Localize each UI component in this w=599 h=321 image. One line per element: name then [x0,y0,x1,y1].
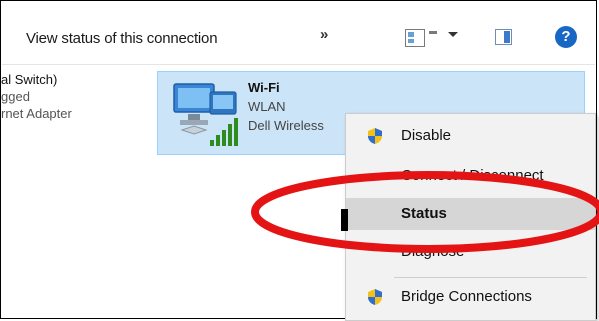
shield-icon [368,289,382,305]
preview-pane-icon[interactable] [495,29,512,45]
menu-item-bridge-connections[interactable]: Bridge Connections [346,281,595,313]
command-bar: View status of this connection » ? [2,2,595,65]
shield-icon [368,128,382,144]
menu-separator [394,277,587,278]
more-commands-button[interactable]: » [320,26,329,43]
menu-item-label: Diagnose [401,243,465,260]
menu-item-status[interactable]: Status [346,198,595,230]
explorer-window: View status of this connection » ? al Sw… [0,0,597,321]
menu-item-label: Connect / Disconnect [401,167,544,184]
wifi-adapter: Dell Wireless [248,118,324,133]
wifi-network: WLAN [248,99,286,114]
menu-item-diagnose[interactable]: Diagnose [346,236,595,268]
mouse-cursor-icon [341,209,348,231]
context-menu: Disable Connect / Disconnect Status Diag… [345,113,596,321]
chevron-down-icon[interactable] [448,32,458,37]
menu-item-label: Status [401,205,447,222]
connection-adapter: rnet Adapter [1,106,72,121]
menu-item-disable[interactable]: Disable [346,120,595,152]
menu-item-label: Disable [401,127,452,144]
help-icon[interactable]: ? [555,26,577,48]
menu-item-connect-disconnect[interactable]: Connect / Disconnect [346,160,595,192]
network-adapter-icon [173,83,238,146]
wifi-name: Wi-Fi [248,80,280,95]
view-status-button[interactable]: View status of this connection [26,30,218,47]
connection-name: al Switch) [1,72,58,87]
menu-item-label: Bridge Connections [401,288,532,305]
connection-status: gged [1,89,30,104]
ethernet-connection-item[interactable]: al Switch) gged rnet Adapter [1,71,141,122]
change-view-icon[interactable] [405,29,437,47]
